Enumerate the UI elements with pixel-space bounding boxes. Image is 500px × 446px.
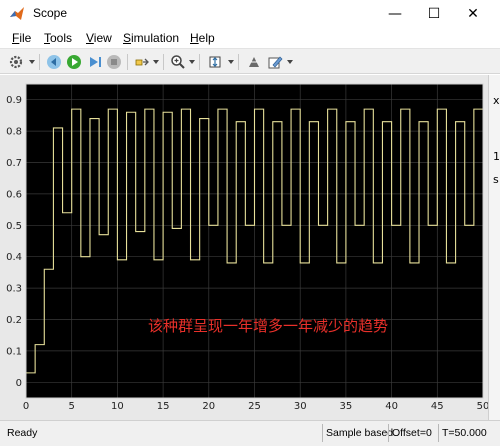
status-bar: Ready Sample based Offset=0 T=50.000: [0, 420, 500, 446]
status-separator: [388, 424, 389, 442]
edit-dropdown-icon[interactable]: [287, 60, 293, 64]
x-tick-label: 30: [294, 401, 307, 412]
toolbar-separator: [238, 54, 239, 70]
minimize-button[interactable]: —: [374, 0, 416, 28]
y-tick-label: 0.7: [6, 158, 22, 169]
edit-icon[interactable]: [266, 53, 284, 71]
y-tick-label: 0: [16, 378, 22, 389]
highlight-dropdown-icon[interactable]: [153, 60, 159, 64]
status-ready: Ready: [7, 427, 38, 439]
y-tick-label: 0.5: [6, 221, 22, 232]
status-separator: [322, 424, 323, 442]
menu-simulation[interactable]: Simulation: [123, 31, 179, 45]
title-bar: Scope — ☐ ✕: [0, 0, 500, 28]
settings-dropdown-icon[interactable]: [29, 60, 35, 64]
highlight-icon[interactable]: [133, 53, 151, 71]
x-tick-label: 35: [340, 401, 353, 412]
y-tick-label: 0.6: [6, 189, 22, 200]
maximize-icon: ☐: [427, 6, 441, 22]
annotation-text: 该种群呈现一年增多一年减少的趋势: [148, 317, 388, 335]
toolbar-separator: [127, 54, 128, 70]
autoscale-icon[interactable]: [206, 53, 224, 71]
edge-fragment: x: [493, 94, 500, 107]
x-tick-label: 40: [385, 401, 398, 412]
matlab-icon: [10, 7, 24, 20]
window-title: Scope: [33, 6, 68, 20]
x-tick-label: 5: [69, 401, 75, 412]
menu-file[interactable]: File: [12, 31, 31, 45]
y-tick-label: 0.9: [6, 95, 22, 106]
y-tick-label: 0.4: [6, 252, 22, 263]
step-forward-icon[interactable]: [86, 53, 104, 71]
scope-display: 0 5 10 15 20 25 30 35 40 45 50 0 0.1 0.2 0.3 0.4 0.5 0.6 0…: [0, 75, 493, 420]
toolbar-separator: [39, 54, 40, 70]
toolbar-separator: [163, 54, 164, 70]
menu-tools[interactable]: Tools: [44, 31, 72, 45]
x-tick-label: 10: [111, 401, 124, 412]
x-tick-label: 25: [248, 401, 261, 412]
zoom-in-icon[interactable]: [169, 53, 187, 71]
y-tick-label: 0.8: [6, 127, 22, 138]
menu-bar: File Tools View Simulation Help: [0, 28, 500, 48]
toolbar: [0, 48, 500, 74]
status-time: T=50.000: [442, 427, 487, 439]
scope-plot[interactable]: 0 5 10 15 20 25 30 35 40 45 5000.10.20.30.40.50.60…: [0, 75, 493, 420]
edge-fragment: s: [493, 173, 499, 186]
toolbar-separator: [199, 54, 200, 70]
status-offset: Offset=0: [392, 427, 432, 439]
autoscale-dropdown-icon[interactable]: [228, 60, 234, 64]
edge-fragment: 1: [493, 150, 500, 163]
settings-icon[interactable]: [7, 53, 25, 71]
cursor-icon[interactable]: [245, 53, 263, 71]
menu-help[interactable]: Help: [190, 31, 215, 45]
close-button[interactable]: ✕: [452, 0, 494, 28]
y-tick-label: 0.3: [6, 284, 22, 295]
status-sample-mode: Sample based: [326, 427, 394, 439]
zoom-dropdown-icon[interactable]: [189, 60, 195, 64]
close-icon: ✕: [467, 6, 479, 22]
y-tick-label: 0.2: [6, 315, 22, 326]
minimize-icon: —: [388, 6, 402, 22]
x-tick-label: 15: [157, 401, 170, 412]
stop-icon[interactable]: [105, 53, 123, 71]
maximize-button[interactable]: ☐: [413, 0, 455, 28]
stepback-icon[interactable]: [45, 53, 63, 71]
run-icon[interactable]: [65, 53, 83, 71]
status-separator: [438, 424, 439, 442]
x-tick-label: 45: [431, 401, 444, 412]
background-window-edge: x 1 s: [488, 75, 500, 420]
x-tick-label: 20: [202, 401, 215, 412]
menu-view[interactable]: View: [86, 31, 112, 45]
x-tick-label: 0: [23, 401, 29, 412]
y-tick-label: 0.1: [6, 346, 22, 357]
